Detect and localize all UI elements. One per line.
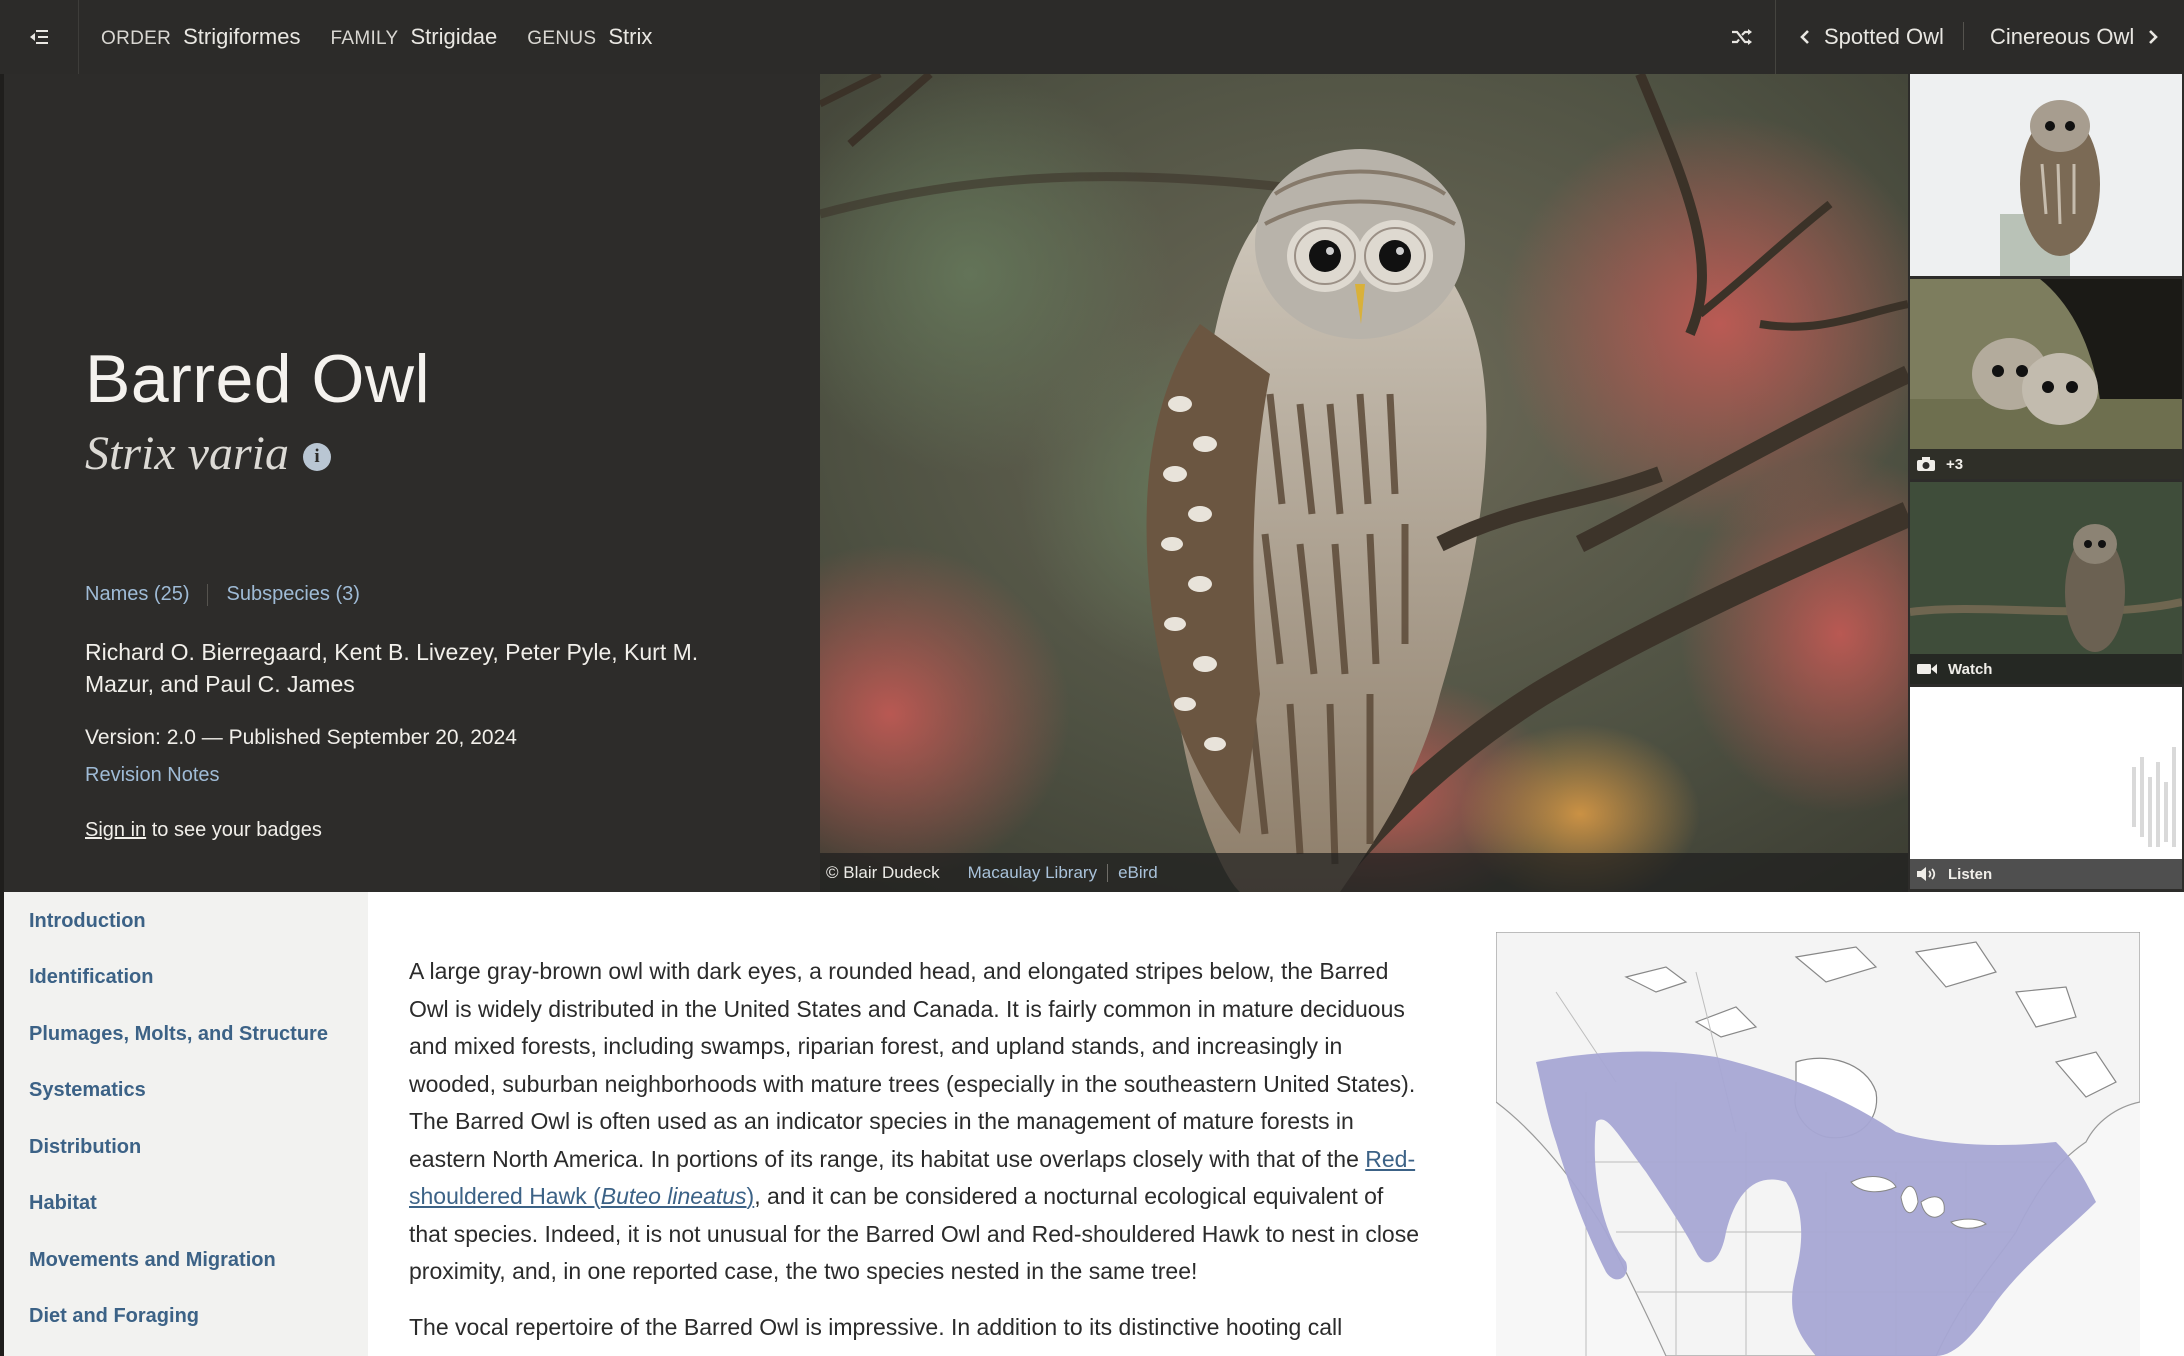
species-common-name: Barred Owl: [85, 341, 431, 417]
photo-thumbnail-more[interactable]: +3: [1910, 279, 2182, 479]
photo-credit-bar: © Blair Dudeck Macaulay Library eBird: [820, 853, 1908, 892]
ebird-link[interactable]: eBird: [1118, 863, 1158, 883]
nav-habitat[interactable]: Habitat: [29, 1192, 97, 1215]
taxon-family[interactable]: FAMILY Strigidae: [330, 24, 497, 50]
revision-notes-link[interactable]: Revision Notes: [85, 764, 220, 787]
nav-introduction[interactable]: Introduction: [29, 910, 146, 933]
video-camera-icon: [1917, 664, 1937, 674]
chevron-right-icon: [2149, 30, 2159, 44]
names-link[interactable]: Names (25): [85, 583, 189, 606]
hero-photo[interactable]: [820, 74, 1908, 892]
collapse-menu-button[interactable]: [0, 0, 79, 74]
audio-thumbnail[interactable]: Listen: [1910, 687, 2182, 889]
species-links: Names (25) Subspecies (3): [85, 583, 360, 606]
signin-suffix: to see your badges: [146, 819, 322, 841]
next-species-link[interactable]: Cinereous Owl: [1990, 0, 2159, 74]
signin-prompt: Sign in to see your badges: [85, 819, 322, 842]
nav-identification[interactable]: Identification: [29, 966, 153, 989]
photo-count: +3: [1946, 455, 1964, 473]
info-icon[interactable]: i: [302, 443, 331, 471]
section-nav: Introduction Identification Plumages, Mo…: [4, 892, 368, 1356]
listen-text: Listen: [1948, 865, 1993, 883]
camera-icon: [1917, 457, 1935, 471]
video-thumbnail[interactable]: Watch: [1910, 482, 2182, 684]
taxon-genus-key: GENUS: [527, 28, 597, 49]
nav-movements[interactable]: Movements and Migration: [29, 1249, 276, 1272]
chevron-left-icon: [1800, 30, 1809, 44]
range-map-graphic: [1496, 932, 2140, 1356]
media-thumbnails: +3 Watch Listen: [1908, 74, 2184, 892]
scientific-name-row: Strix varia i: [85, 430, 331, 478]
speaker-icon: [1917, 867, 1936, 881]
photo-thumbnail[interactable]: [1910, 74, 2182, 276]
nav-diet[interactable]: Diet and Foraging: [29, 1305, 199, 1328]
nav-plumages[interactable]: Plumages, Molts, and Structure: [29, 1023, 328, 1046]
taxon-order[interactable]: ORDER Strigiformes: [101, 24, 300, 50]
taxon-order-value: Strigiformes: [183, 24, 301, 49]
credit-spacer: [950, 864, 958, 882]
taxon-family-value: Strigidae: [410, 24, 498, 49]
watch-text: Watch: [1948, 660, 1993, 678]
intro-text-a: A large gray-brown owl with dark eyes, a…: [409, 958, 1416, 1172]
signin-link[interactable]: Sign in: [85, 819, 146, 841]
subspecies-link[interactable]: Subspecies (3): [226, 583, 359, 606]
credit-divider: [1107, 863, 1109, 882]
watch-label: Watch: [1910, 654, 2182, 684]
link-scientific-name: Buteo lineatus: [600, 1183, 747, 1209]
introduction-text: A large gray-brown owl with dark eyes, a…: [409, 953, 1419, 1356]
link-divider: [207, 583, 209, 606]
previous-species-label: Spotted Owl: [1824, 24, 1944, 49]
nav-systematics[interactable]: Systematics: [29, 1079, 146, 1102]
next-species-label: Cinereous Owl: [1990, 24, 2135, 49]
taxonomy-breadcrumb: ORDER Strigiformes FAMILY Strigidae GENU…: [101, 0, 652, 74]
range-map[interactable]: [1496, 932, 2140, 1356]
version-info: Version: 2.0 — Published September 20, 2…: [85, 726, 517, 749]
photo-count-label: +3: [1910, 449, 2182, 479]
collapse-menu-icon: [30, 30, 48, 44]
species-scientific-name: Strix varia: [85, 427, 289, 480]
nav-distribution[interactable]: Distribution: [29, 1136, 141, 1159]
random-species-button[interactable]: [1708, 0, 1776, 74]
nav-divider: [1963, 22, 1964, 50]
macaulay-library-link[interactable]: Macaulay Library: [968, 863, 1097, 883]
authors: Richard O. Bierregaard, Kent B. Livezey,…: [85, 639, 699, 697]
barred-owl-photo: [820, 74, 1908, 892]
intro-paragraph-1: A large gray-brown owl with dark eyes, a…: [409, 953, 1419, 1291]
nav-divider: [1775, 0, 1776, 74]
photo-credit: © Blair Dudeck: [826, 862, 940, 882]
taxon-order-key: ORDER: [101, 28, 172, 49]
top-bar: ORDER Strigiformes FAMILY Strigidae GENU…: [0, 0, 2184, 74]
shuffle-icon: [1732, 29, 1752, 45]
taxon-genus[interactable]: GENUS Strix: [527, 24, 652, 50]
listen-label: Listen: [1910, 859, 2182, 889]
owl-snow-thumbnail: [1910, 74, 2182, 276]
taxon-genus-value: Strix: [608, 24, 653, 49]
taxon-family-key: FAMILY: [330, 28, 399, 49]
intro-paragraph-2: The vocal repertoire of the Barred Owl i…: [409, 1313, 1343, 1340]
previous-species-link[interactable]: Spotted Owl: [1800, 0, 1944, 74]
